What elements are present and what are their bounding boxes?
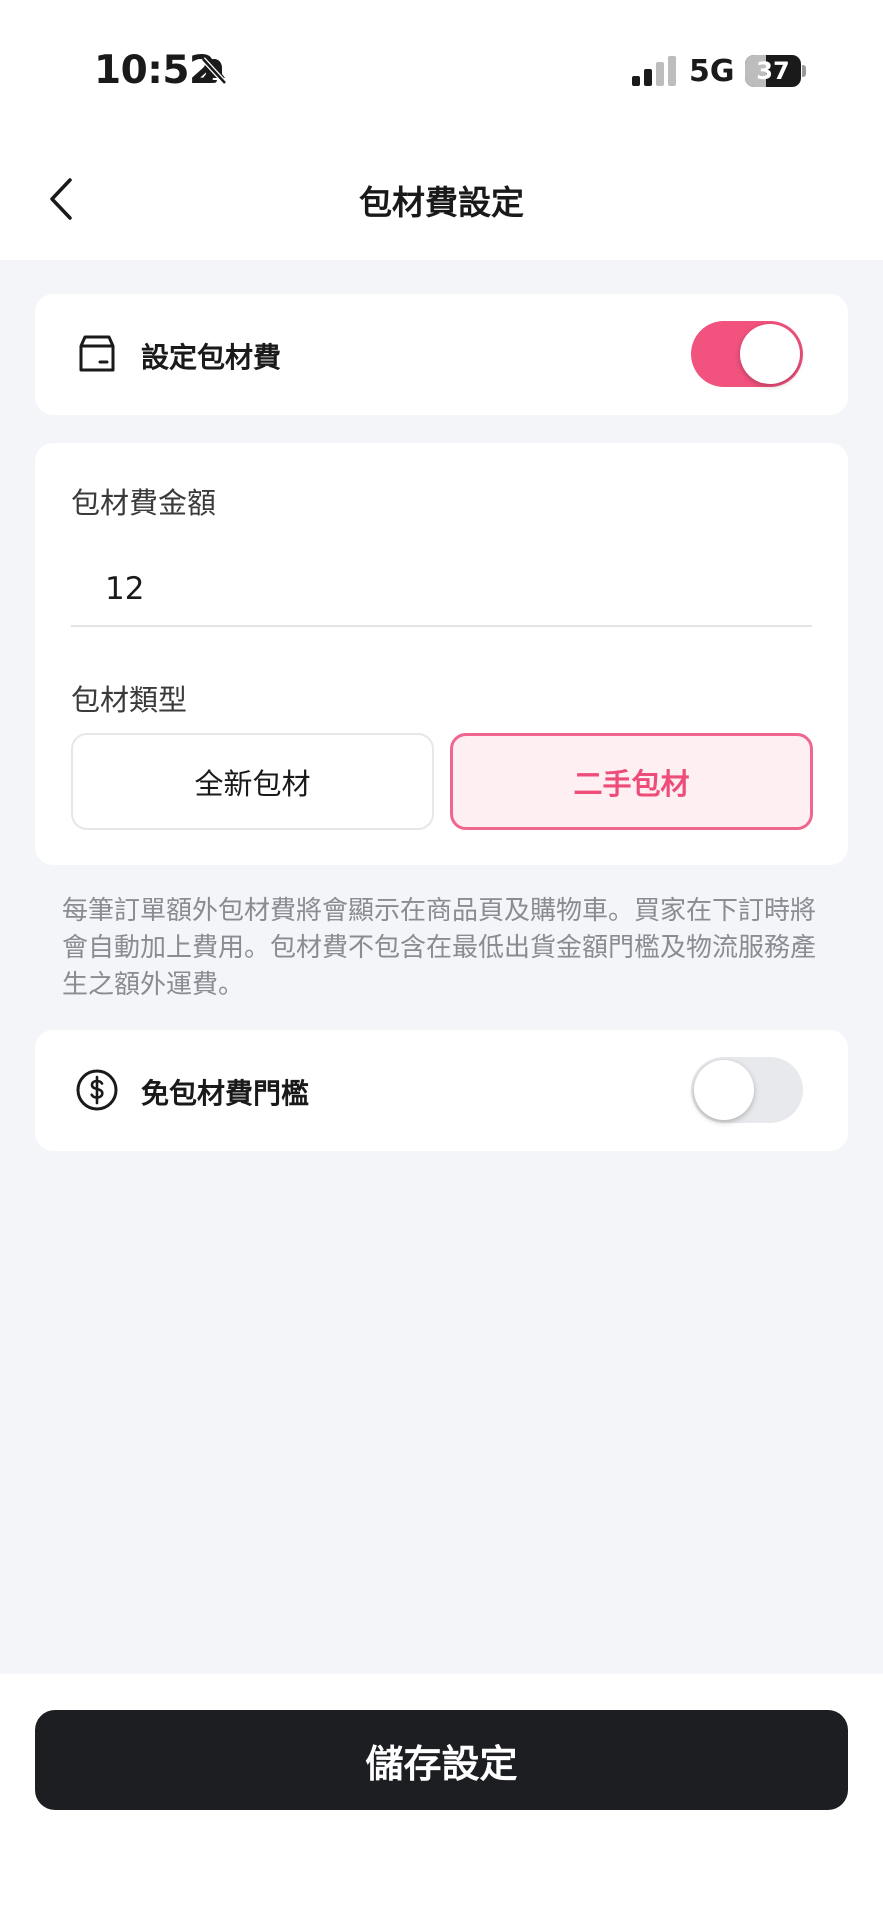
battery-cap	[802, 65, 806, 77]
toggle-knob	[694, 1060, 754, 1120]
battery-percent: 37	[756, 57, 790, 85]
free-threshold-toggle[interactable]	[691, 1057, 803, 1123]
free-threshold-card: 免包材費門檻	[35, 1030, 848, 1151]
type-option-used[interactable]: 二手包材	[450, 733, 813, 830]
dollar-circle-icon	[76, 1069, 118, 1111]
nav-bar: 包材費設定	[0, 150, 883, 260]
page-title: 包材費設定	[359, 183, 524, 222]
box-icon	[79, 335, 115, 372]
fee-form-card: 包材費金額 包材類型 全新包材 二手包材	[35, 443, 848, 865]
save-button[interactable]: 儲存設定	[35, 1710, 848, 1810]
packaging-fee-toggle[interactable]	[691, 321, 803, 387]
type-option-new[interactable]: 全新包材	[71, 733, 434, 830]
type-label: 包材類型	[71, 683, 188, 717]
amount-input[interactable]	[71, 553, 812, 627]
bell-slash-icon	[201, 57, 227, 85]
free-threshold-label: 免包材費門檻	[141, 1077, 310, 1110]
packaging-fee-label: 設定包材費	[141, 341, 282, 374]
status-bar: 10:52 5G 37	[0, 0, 883, 150]
packaging-fee-card: 設定包材費	[35, 294, 848, 415]
battery-indicator: 37	[745, 55, 801, 87]
fee-note: 每筆訂單額外包材費將會顯示在商品頁及購物車。買家在下訂時將會自動加上費用。包材費…	[62, 896, 817, 1000]
amount-label: 包材費金額	[71, 486, 217, 520]
network-label: 5G	[689, 54, 735, 89]
toggle-knob	[740, 324, 800, 384]
signal-icon	[632, 56, 676, 86]
bottom-action-bar: 儲存設定	[0, 1674, 883, 1920]
